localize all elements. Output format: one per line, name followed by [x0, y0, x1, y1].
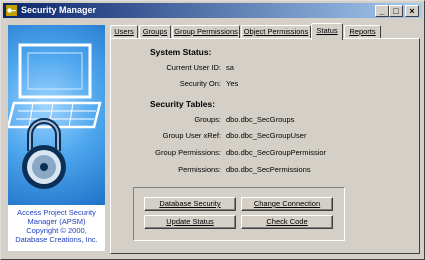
app-key-icon [6, 5, 17, 16]
credits-line: Copyright © 2000, [26, 226, 87, 235]
tab-reports[interactable]: Reports [344, 25, 381, 39]
check-code-button[interactable]: Check Code [241, 215, 333, 229]
title-bar[interactable]: Security Manager _ □ × [3, 3, 422, 18]
groups-value: dbo.dbc_SecGroups [226, 115, 295, 124]
tab-status[interactable]: Status [311, 23, 343, 40]
system-status-heading: System Status: [150, 47, 212, 57]
credits-line: Access Project Security [17, 208, 96, 217]
groups-label: Groups: [194, 115, 221, 124]
branding-panel: Access Project Security Manager (APSM) C… [8, 25, 105, 251]
tab-strip: Users Groups Group Permissions Object Pe… [110, 23, 420, 40]
credits-text: Access Project Security Manager (APSM) C… [8, 208, 105, 244]
maximize-button[interactable]: □ [389, 5, 403, 17]
security-manager-window: Security Manager _ □ × Access Project Se… [0, 0, 425, 260]
current-user-value: sa [226, 63, 234, 72]
tab-group-permissions[interactable]: Group Permissions [172, 25, 240, 39]
close-button[interactable]: × [405, 5, 419, 17]
database-security-button[interactable]: Database Security [144, 197, 236, 211]
minimize-button[interactable]: _ [375, 5, 389, 17]
security-on-value: Yes [226, 79, 239, 88]
credits-line: Database Creations, Inc. [15, 235, 98, 244]
update-status-button[interactable]: Update Status [144, 215, 236, 229]
group-user-xref-value: dbo.dbc_SecGroupUser [226, 131, 307, 140]
padlock-over-keyboard-icon [8, 25, 105, 205]
group-permissions-value: dbo.dbc_SecGroupPermissior [226, 148, 327, 157]
group-user-xref-label: Group User xRef: [162, 131, 221, 140]
tab-object-permissions[interactable]: Object Permissions [241, 25, 311, 39]
action-button-group: Database Security Change Connection Upda… [133, 187, 345, 241]
window-title: Security Manager [21, 5, 97, 15]
security-on-label: Security On: [179, 79, 221, 88]
tab-groups[interactable]: Groups [139, 25, 171, 39]
change-connection-button[interactable]: Change Connection [241, 197, 333, 211]
group-permissions-label: Group Permissions: [155, 148, 221, 157]
current-user-label: Current User ID: [166, 63, 221, 72]
permissions-label: Permissions: [178, 165, 221, 174]
credits-line: Manager (APSM) [27, 217, 86, 226]
security-tables-heading: Security Tables: [150, 99, 216, 109]
permissions-value: dbo.dbc_SecPermissions [226, 165, 311, 174]
tab-users[interactable]: Users [110, 25, 138, 39]
status-tab-panel: System Status: Current User ID: sa Secur… [110, 38, 420, 254]
